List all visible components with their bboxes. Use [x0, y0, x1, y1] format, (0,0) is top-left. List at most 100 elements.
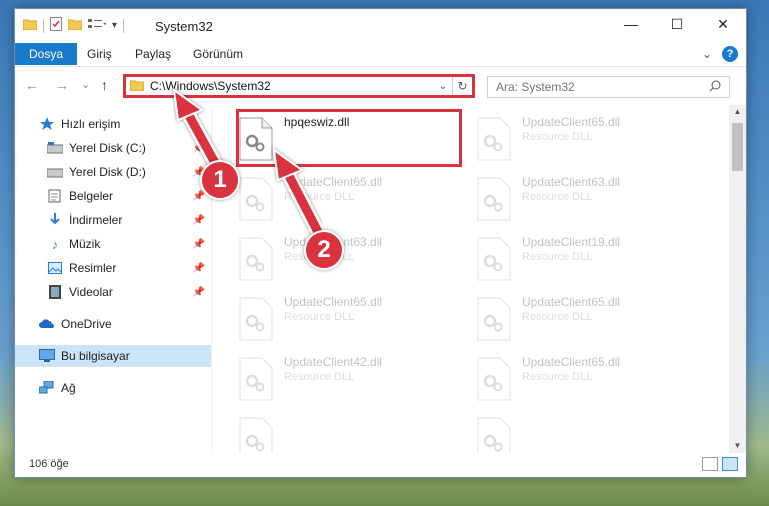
- sidebar-item-quick-access[interactable]: Hızlı erişim: [15, 113, 211, 135]
- explorer-window: ▾ System32 — ☐ ✕ Dosya Giriş Paylaş Görü…: [14, 8, 747, 478]
- dll-file-icon: [239, 417, 273, 453]
- file-name: UpdateClient63.dll: [522, 175, 621, 189]
- sidebar-item-label: Ağ: [61, 381, 76, 395]
- dll-file-icon: [477, 297, 511, 341]
- forward-button[interactable]: →: [55, 77, 69, 93]
- pictures-icon: [47, 260, 63, 276]
- file-item[interactable]: UpdateClient65.dll Resource DLL: [220, 169, 450, 225]
- address-bar[interactable]: C:\Windows\System32 ⌄ ↻: [123, 74, 475, 98]
- view-options-icon[interactable]: [88, 18, 107, 33]
- pin-icon[interactable]: 📌: [193, 215, 205, 226]
- sidebar-item-label: Resimler: [69, 261, 117, 275]
- toolbar-separator: [43, 18, 44, 33]
- sidebar-item-label: Müzik: [69, 237, 101, 251]
- chevron-down-icon[interactable]: ⌄: [434, 81, 452, 92]
- search-input[interactable]: [496, 80, 709, 94]
- recent-locations-button[interactable]: ⌄: [81, 78, 90, 91]
- back-button[interactable]: ←: [25, 77, 39, 93]
- search-icon[interactable]: [709, 80, 721, 95]
- file-item[interactable]: UpdateClient65.dll Resource DLL: [458, 289, 688, 345]
- sidebar-item-label: Yerel Disk (C:): [69, 141, 146, 155]
- sidebar-item-downloads[interactable]: İndirmeler 📌: [15, 209, 211, 231]
- sidebar-item-this-pc[interactable]: Bu bilgisayar: [15, 345, 211, 367]
- computer-icon: [39, 348, 55, 364]
- sidebar-item-label: Yerel Disk (D:): [69, 165, 146, 179]
- scroll-down-icon[interactable]: ▼: [729, 439, 746, 453]
- step-badge-2: 2: [304, 230, 344, 270]
- tab-share[interactable]: Paylaş: [123, 43, 183, 65]
- scroll-up-icon[interactable]: ▲: [729, 105, 746, 119]
- large-icons-view-icon[interactable]: [722, 457, 738, 471]
- file-item[interactable]: UpdateClient65.dll Resource DLL: [458, 109, 688, 165]
- star-icon: [39, 116, 55, 132]
- file-item[interactable]: [220, 409, 450, 453]
- dll-file-icon: [239, 177, 273, 221]
- sidebar-item-pictures[interactable]: Resimler 📌: [15, 257, 211, 279]
- dll-file-icon: [239, 357, 273, 401]
- drive-icon: [47, 164, 63, 180]
- tab-home[interactable]: Giriş: [75, 43, 124, 65]
- sidebar-item-music[interactable]: ♪ Müzik 📌: [15, 233, 211, 255]
- sidebar-item-label: İndirmeler: [69, 213, 123, 227]
- tab-file[interactable]: Dosya: [15, 43, 78, 65]
- details-view-icon[interactable]: [702, 457, 718, 471]
- expand-ribbon-icon[interactable]: ⌄: [702, 47, 712, 61]
- sidebar-item-videos[interactable]: Videolar 📌: [15, 281, 211, 303]
- new-folder-icon[interactable]: [67, 18, 83, 33]
- dll-file-icon: [477, 117, 511, 161]
- folder-icon: [22, 18, 38, 33]
- minimize-button[interactable]: —: [608, 9, 654, 39]
- refresh-button[interactable]: ↻: [452, 77, 472, 95]
- quick-access-toolbar: ▾: [22, 17, 125, 34]
- drive-icon: [47, 140, 63, 156]
- close-button[interactable]: ✕: [700, 9, 746, 39]
- file-highlight-box: [236, 109, 462, 167]
- pin-icon[interactable]: 📌: [193, 263, 205, 274]
- dll-file-icon: [477, 237, 511, 281]
- up-button[interactable]: ↑: [101, 77, 108, 93]
- pin-icon[interactable]: 📌: [193, 143, 205, 154]
- customize-toolbar-icon[interactable]: ▾: [112, 20, 117, 31]
- network-icon: [39, 380, 55, 396]
- sidebar-item-local-disk-d[interactable]: Yerel Disk (D:) 📌: [15, 161, 211, 183]
- pin-icon[interactable]: 📌: [193, 239, 205, 250]
- file-item[interactable]: UpdateClient65.dll Resource DLL: [458, 349, 688, 405]
- help-icon[interactable]: ?: [722, 46, 738, 62]
- file-item[interactable]: UpdateClient63.dll Resource DLL: [458, 169, 688, 225]
- step-badge-1: 1: [200, 160, 240, 200]
- cloud-icon: [39, 316, 55, 332]
- file-item[interactable]: UpdateClient19.dll Resource DLL: [458, 229, 688, 285]
- sidebar-item-documents[interactable]: Belgeler 📌: [15, 185, 211, 207]
- tab-view[interactable]: Görünüm: [181, 43, 255, 65]
- pin-icon[interactable]: 📌: [193, 287, 205, 298]
- dll-file-icon: [477, 357, 511, 401]
- scroll-thumb[interactable]: [732, 123, 743, 171]
- video-icon: [47, 284, 63, 300]
- file-name: UpdateClient65.dll: [284, 295, 383, 309]
- item-count: 106 öğe: [29, 458, 69, 470]
- file-type: Resource DLL: [284, 311, 355, 323]
- file-name: UpdateClient65.dll: [522, 115, 621, 129]
- documents-icon: [47, 188, 63, 204]
- vertical-scrollbar[interactable]: ▲ ▼: [729, 105, 746, 453]
- file-name: UpdateClient19.dll: [522, 235, 621, 249]
- file-type: Resource DLL: [284, 371, 355, 383]
- window-title: System32: [155, 19, 213, 34]
- file-type: Resource DLL: [284, 191, 355, 203]
- ribbon-tabs: Dosya Giriş Paylaş Görünüm ⌄ ?: [15, 41, 746, 67]
- navigation-pane: Hızlı erişim Yerel Disk (C:) 📌 Yerel Dis…: [15, 109, 211, 454]
- file-type: Resource DLL: [522, 371, 593, 383]
- properties-icon[interactable]: [50, 17, 62, 34]
- file-item[interactable]: [458, 409, 688, 453]
- address-path[interactable]: C:\Windows\System32: [150, 79, 434, 93]
- search-box[interactable]: [487, 76, 730, 98]
- toolbar-separator: [123, 18, 125, 33]
- maximize-button[interactable]: ☐: [654, 9, 700, 39]
- sidebar-item-label: Videolar: [69, 285, 113, 299]
- sidebar-item-network[interactable]: Ağ: [15, 377, 211, 399]
- sidebar-item-onedrive[interactable]: OneDrive: [15, 313, 211, 335]
- file-item[interactable]: UpdateClient65.dll Resource DLL: [220, 289, 450, 345]
- sidebar-item-local-disk-c[interactable]: Yerel Disk (C:) 📌: [15, 137, 211, 159]
- file-item[interactable]: UpdateClient42.dll Resource DLL: [220, 349, 450, 405]
- file-name: UpdateClient65.dll: [522, 295, 621, 309]
